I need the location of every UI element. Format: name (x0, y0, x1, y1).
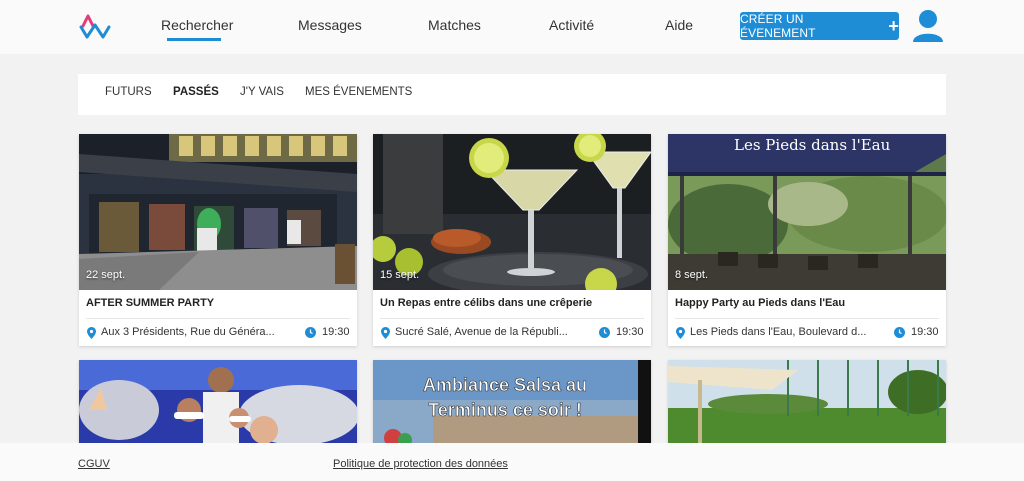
tab-going[interactable]: J'Y VAIS (240, 86, 284, 98)
nav-search[interactable]: Rechercher (161, 17, 233, 33)
user-avatar-icon[interactable] (912, 9, 944, 43)
tab-future[interactable]: FUTURS (105, 86, 152, 98)
event-image-bar-terrace (79, 134, 357, 290)
create-event-label: CRÉER UN ÉVENEMENT (740, 12, 816, 40)
event-date: 8 sept. (675, 269, 709, 281)
plus-icon: + (888, 16, 899, 36)
footer: CGUV Politique de protection des données (0, 443, 1024, 481)
event-card[interactable] (668, 360, 946, 444)
event-location: Sucré Salé, Avenue de la Républi... (395, 326, 568, 338)
nav-messages[interactable]: Messages (298, 17, 362, 33)
event-title: Un Repas entre célibs dans une crêperie (380, 297, 593, 309)
tab-my-events[interactable]: MES ÉVENEMENTS (305, 86, 412, 98)
clock-icon (599, 327, 610, 338)
event-title: Happy Party au Pieds dans l'Eau (675, 297, 846, 309)
card-divider (380, 318, 644, 319)
location-pin-icon (87, 327, 96, 339)
active-tab-indicator (167, 38, 221, 41)
event-card[interactable] (79, 360, 357, 444)
top-navigation-bar: Rechercher Messages Matches Activité Aid… (0, 0, 1024, 54)
event-image-riverside-terrace: Les Pieds dans l'Eau (668, 134, 946, 290)
footer-terms-link[interactable]: CGUV (78, 458, 110, 470)
event-time: 19:30 (616, 326, 644, 338)
tab-past[interactable]: PASSÉS (173, 86, 219, 98)
event-card[interactable]: 22 sept. AFTER SUMMER PARTY Aux 3 Présid… (79, 134, 357, 346)
nav-matches[interactable]: Matches (428, 17, 481, 33)
event-title: AFTER SUMMER PARTY (86, 297, 215, 309)
event-time: 19:30 (322, 326, 350, 338)
salsa-poster-line1: Ambiance Salsa au (423, 375, 587, 395)
clock-icon (894, 327, 905, 338)
event-card[interactable]: Ambiance Salsa au Terminus ce soir ! (373, 360, 651, 444)
location-pin-icon (676, 327, 685, 339)
card-divider (675, 318, 939, 319)
nav-activity[interactable]: Activité (549, 17, 594, 33)
event-date: 15 sept. (380, 269, 420, 281)
footer-privacy-link[interactable]: Politique de protection des données (333, 458, 508, 470)
event-card[interactable]: Les Pieds dans l'Eau 8 sept. Happy Party… (668, 134, 946, 346)
nav-help[interactable]: Aide (665, 17, 693, 33)
clock-icon (305, 327, 316, 338)
create-event-button[interactable]: CRÉER UN ÉVENEMENT + (740, 12, 899, 40)
event-location: Aux 3 Présidents, Rue du Généra... (101, 326, 275, 338)
event-image-cocktails (373, 134, 651, 290)
event-filter-tabs: FUTURS PASSÉS J'Y VAIS MES ÉVENEMENTS (78, 74, 946, 115)
event-image-salsa-poster: Ambiance Salsa au Terminus ce soir ! (373, 360, 651, 444)
card-divider (86, 318, 350, 319)
salsa-poster-line2: Terminus ce soir ! (428, 400, 582, 420)
location-pin-icon (381, 327, 390, 339)
event-image-park-umbrella (668, 360, 946, 444)
venue-sign-text: Les Pieds dans l'Eau (734, 136, 891, 154)
event-location: Les Pieds dans l'Eau, Boulevard d... (690, 326, 867, 338)
app-logo[interactable] (79, 13, 111, 39)
event-date: 22 sept. (86, 269, 126, 281)
event-image-white-party (79, 360, 357, 444)
event-card[interactable]: 15 sept. Un Repas entre célibs dans une … (373, 134, 651, 346)
event-time: 19:30 (911, 326, 939, 338)
